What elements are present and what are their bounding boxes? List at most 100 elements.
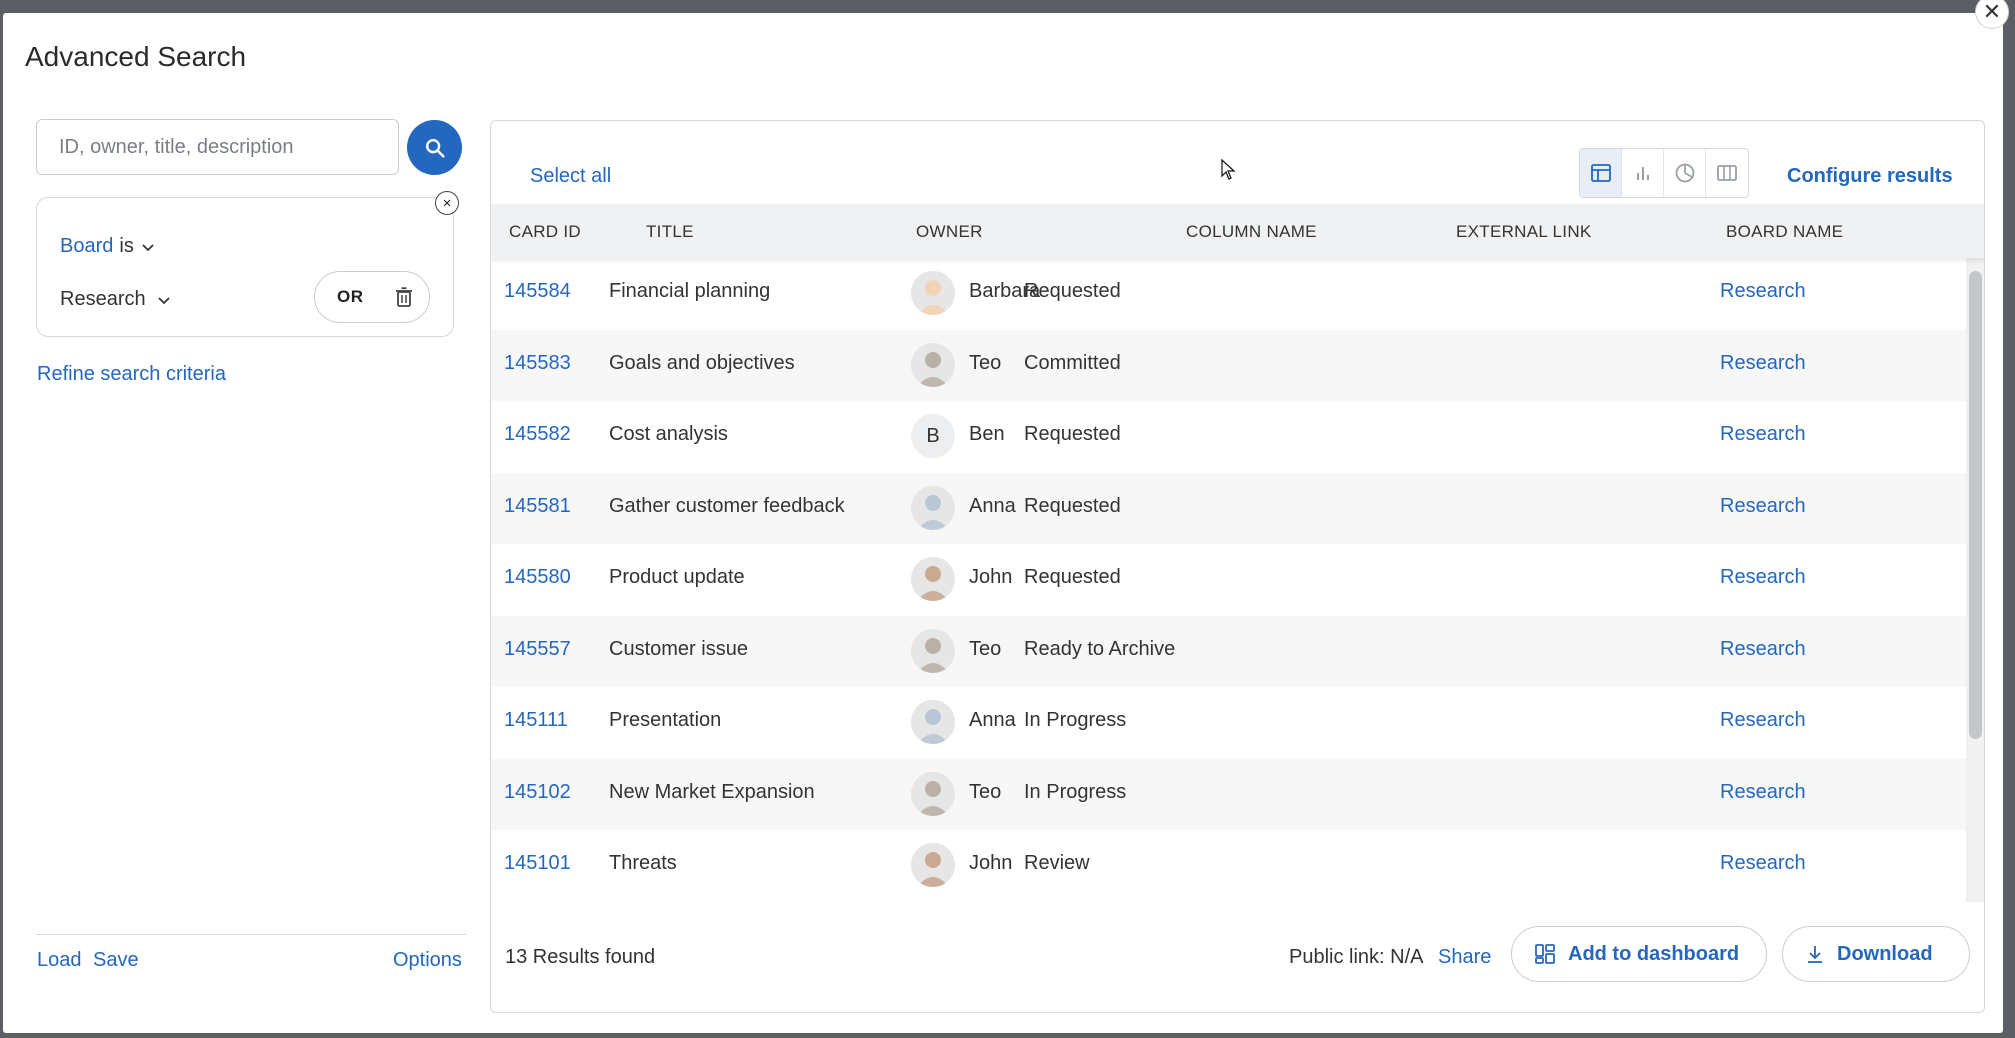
table-row[interactable]: 145557 Customer issue Teo Ready to Archive R… [491,615,1966,687]
column-name: Committed [1024,351,1121,374]
pie-chart-view-button[interactable] [1664,149,1706,197]
table-row[interactable]: 145583 Goals and objectives Teo Committed Re… [491,329,1966,401]
column-name: Requested [1024,566,1121,588]
search-input[interactable] [36,119,399,175]
card-id-link[interactable]: 145557 [504,638,571,661]
avatar [911,342,955,387]
card-title: New Market Expansion [609,780,815,803]
criteria-value-label: Research [60,288,146,310]
table-row[interactable]: 145580 Product update John Requested Researc… [491,544,1966,615]
owner-name: John [969,852,1013,874]
table-row[interactable]: 145111 Presentation Anna In Progress Researc… [491,687,1966,758]
scrollbar-thumb[interactable] [1969,271,1982,739]
owner-name: John [969,566,1013,588]
load-link[interactable]: Load [37,949,82,972]
card-id-link[interactable]: 145111 [504,709,568,732]
owner-name: Teo [969,780,1002,803]
column-name: Ready to Archive [1024,637,1176,660]
table-row[interactable]: 145102 New Market Expansion Teo In Progress… [491,758,1966,830]
download-button[interactable]: Download [1782,926,1970,982]
search-icon [425,138,445,158]
criteria-value-dropdown[interactable]: Research [60,288,172,311]
refine-search-link[interactable]: Refine search criteria [37,363,226,386]
chevron-down-icon [157,296,170,304]
avatar [911,771,955,816]
mouse-cursor-icon [1221,159,1236,180]
card-title: Financial planning [609,280,771,302]
board-name-link[interactable]: Research [1720,638,1806,661]
select-all-link[interactable]: Select all [530,165,611,188]
board-name-link[interactable]: Research [1720,709,1806,732]
table-view-button[interactable] [1580,149,1622,197]
card-id-link[interactable]: 145584 [504,280,571,303]
column-header-column-name[interactable]: COLUMN NAME [1186,222,1317,242]
board-name-link[interactable]: Research [1720,781,1806,804]
criteria-field-label: Board [60,235,114,257]
card-title: Goals and objectives [609,351,795,374]
modal-close-button[interactable]: ✕ [1975,0,2009,29]
card-title: Cost analysis [609,423,728,445]
results-footer: 13 Results found Public link: N/A Share … [491,902,1984,1012]
card-id-link[interactable]: 145101 [504,852,571,875]
table-header: CARD ID TITLE OWNER COLUMN NAME EXTERNAL… [491,204,1984,258]
owner-name: Ben [969,423,1005,445]
table-view-icon [1590,164,1611,182]
results-count: 13 Results found [505,946,656,968]
chevron-down-icon [142,243,154,251]
column-header-owner[interactable]: OWNER [916,222,983,242]
card-title: Customer issue [609,637,748,660]
bar-chart-view-button[interactable] [1622,149,1664,197]
share-link[interactable]: Share [1438,946,1491,969]
table-body: 145584 Financial planning Barbara Requested… [491,258,1966,902]
owner-name: Teo [969,351,1002,374]
download-icon [1808,946,1822,963]
board-name-link[interactable]: Research [1720,280,1806,303]
criteria-operator-label: is [119,235,134,257]
trash-icon [396,287,412,307]
board-name-link[interactable]: Research [1720,352,1806,375]
configure-results-link[interactable]: Configure results [1787,165,1953,188]
card-title: Presentation [609,709,722,731]
avatar [911,271,955,315]
column-header-title[interactable]: TITLE [646,222,694,242]
board-name-link[interactable]: Research [1720,566,1806,589]
card-id-link[interactable]: 145580 [504,566,571,589]
save-link[interactable]: Save [93,949,139,972]
column-header-card-id[interactable]: CARD ID [509,222,581,242]
table-row[interactable]: 145101 Threats John Review Research [491,830,1966,901]
dashboard-icon [1535,944,1555,964]
logic-toggle: OR [314,271,430,323]
board-name-link[interactable]: Research [1720,852,1806,875]
delete-criteria-button[interactable] [395,287,413,312]
columns-view-button[interactable] [1706,149,1748,197]
column-header-external-link[interactable]: EXTERNAL LINK [1456,222,1592,242]
avatar: B [911,414,955,458]
results-panel: Select all Configure results CARD ID TIT… [490,120,1985,1013]
column-name: In Progress [1024,780,1127,803]
owner-name: Anna [969,709,1016,731]
options-link[interactable]: Options [393,949,462,972]
public-link-label: Public link: N/A [1289,946,1424,968]
board-name-link[interactable]: Research [1720,495,1806,518]
card-id-link[interactable]: 145581 [504,495,571,518]
table-row[interactable]: 145584 Financial planning Barbara Requested… [491,258,1966,329]
card-id-link[interactable]: 145102 [504,781,571,804]
board-name-link[interactable]: Research [1720,423,1806,446]
add-to-dashboard-button[interactable]: Add to dashboard [1511,926,1767,982]
close-icon: × [442,194,452,212]
logic-or-button[interactable]: OR [337,287,364,307]
download-label: Download [1837,942,1933,965]
card-id-link[interactable]: 145583 [504,352,571,375]
table-row[interactable]: B 145582 Cost analysis Ben Requested Research [491,401,1966,472]
advanced-search-modal: ✕ Advanced Search × Board is Research OR [3,0,2009,1033]
column-header-board-name[interactable]: BOARD NAME [1726,222,1843,242]
avatar [911,628,955,673]
card-title: Product update [609,566,745,588]
remove-criteria-button[interactable]: × [435,191,459,215]
column-name: In Progress [1024,709,1127,731]
table-row[interactable]: 145581 Gather customer feedback Anna Reques… [491,472,1966,544]
card-id-link[interactable]: 145582 [504,423,571,446]
column-name: Requested [1024,280,1121,302]
criteria-field-dropdown[interactable]: Board is [60,235,156,258]
search-button[interactable] [407,120,462,175]
